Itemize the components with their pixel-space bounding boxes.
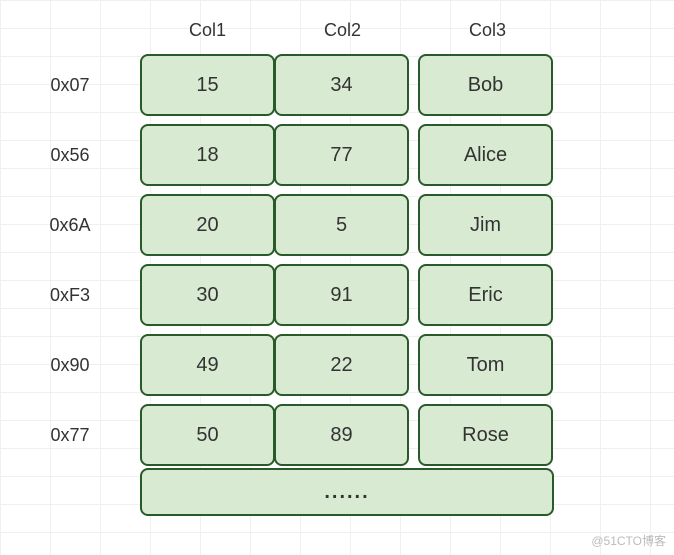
table-cell: 89 [274,404,409,466]
table-cell: 15 [140,54,275,116]
table-cell: 77 [274,124,409,186]
table-row: 0x77 50 89 Rose [20,400,555,470]
table-cell: 34 [274,54,409,116]
row-key: 0x90 [20,355,120,376]
col-header-3: Col3 [420,20,555,41]
row-key: 0xF3 [20,285,120,306]
table-cell: 91 [274,264,409,326]
row-key: 0x07 [20,75,120,96]
table-cell: 5 [274,194,409,256]
row-key: 0x77 [20,425,120,446]
table-diagram: Col1 Col2 Col3 0x07 15 34 Bob 0x56 18 77… [20,10,555,516]
table-row: 0x6A 20 5 Jim [20,190,555,260]
table-cell: Tom [418,334,553,396]
column-header-row: Col1 Col2 Col3 [140,10,555,50]
table-cell: 22 [274,334,409,396]
col-header-2: Col2 [275,20,410,41]
table-cell: Eric [418,264,553,326]
table-cell: 20 [140,194,275,256]
table-cell: 49 [140,334,275,396]
table-cell: 30 [140,264,275,326]
table-row: 0x90 49 22 Tom [20,330,555,400]
table-cell: Rose [418,404,553,466]
row-key: 0x6A [20,215,120,236]
table-cell: Bob [418,54,553,116]
watermark: @51CTO博客 [591,532,666,549]
table-row: 0x56 18 77 Alice [20,120,555,190]
table-row: 0x07 15 34 Bob [20,50,555,120]
table-cell: 18 [140,124,275,186]
table-cell: Alice [418,124,553,186]
col-header-1: Col1 [140,20,275,41]
table-row: 0xF3 30 91 Eric [20,260,555,330]
table-cell: Jim [418,194,553,256]
table-cell: 50 [140,404,275,466]
row-key: 0x56 [20,145,120,166]
ellipsis-row: ...... [140,468,554,516]
